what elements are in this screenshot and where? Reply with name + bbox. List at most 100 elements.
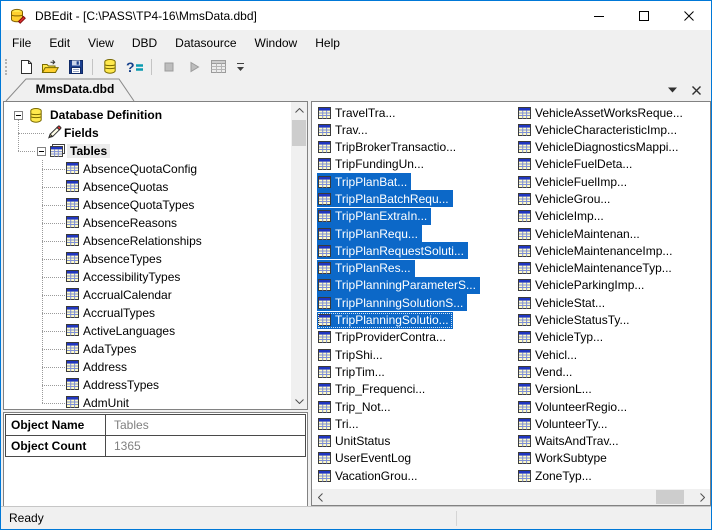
table-list-item[interactable]: TripPlanExtraIn... [317, 207, 517, 225]
tree-item-table[interactable]: AbsenceQuotas [4, 178, 290, 196]
table-list-item[interactable]: TripPlanningSolutio... [317, 311, 517, 329]
tree-item-table[interactable]: AbsenceQuotaTypes [4, 196, 290, 214]
scrollbar-thumb[interactable] [292, 120, 306, 146]
table-list-item[interactable]: TripBrokerTransactio... [317, 139, 517, 156]
table-list-item[interactable]: UserEventLog [317, 450, 517, 467]
table-list-item[interactable]: TripTim... [317, 363, 517, 380]
toolbar-grip[interactable] [5, 58, 9, 75]
close-icon [691, 85, 701, 95]
table-list-item[interactable]: Trip_Frequenci... [317, 381, 517, 398]
table-list-item[interactable]: TravelTra... [317, 104, 517, 121]
table-list-item[interactable]: Vehicl... [517, 346, 694, 363]
tree-item-label: ActiveLanguages [83, 324, 176, 338]
table-icon [66, 324, 79, 336]
table-list-item[interactable]: Trip_Not... [317, 398, 517, 415]
table-list-item[interactable]: WaitsAndTrav... [517, 433, 694, 450]
title-bar[interactable]: DBEdit - [C:\PASS\TP4-16\MmsData.dbd] [1, 1, 711, 30]
table-list-item[interactable]: VehicleStat... [517, 294, 694, 311]
table-list-item[interactable]: VehicleCharacteristicImp... [517, 121, 694, 138]
table-list-item[interactable]: VehicleGrou... [517, 190, 694, 207]
table-list-item[interactable]: VehicleDiagnosticsMappi... [517, 139, 694, 156]
close-document-button[interactable] [689, 83, 703, 97]
table-list-item[interactable]: TripPlanBat... [317, 173, 517, 191]
table-list-item[interactable]: TripProviderContra... [317, 329, 517, 346]
tree-item-table[interactable]: AbsenceReasons [4, 214, 290, 232]
save-file-button[interactable] [63, 56, 88, 77]
table-list-item[interactable]: VehicleMaintenan... [517, 225, 694, 242]
menu-edit[interactable]: Edit [40, 32, 79, 54]
table-list-item[interactable]: WorkSubtype [517, 450, 694, 467]
table-list-item[interactable]: VehicleImp... [517, 208, 694, 225]
tree-item-table[interactable]: AdaTypes [4, 340, 290, 358]
tree-item-table[interactable]: ActiveLanguages [4, 322, 290, 340]
scroll-down-button[interactable] [291, 393, 307, 409]
scroll-up-button[interactable] [291, 102, 307, 118]
table-list-item[interactable]: Vend... [517, 363, 694, 380]
tree-node-database-definition[interactable]: Database Definition [4, 106, 290, 124]
table-list-item[interactable]: VacationGrou... [317, 467, 517, 484]
menu-datasource[interactable]: Datasource [166, 32, 245, 54]
menu-dbd[interactable]: DBD [123, 32, 166, 54]
table-list-item[interactable]: TripPlanRequestSoluti... [317, 242, 517, 260]
tree-item-table[interactable]: AbsenceQuotaConfig [4, 160, 290, 178]
table-list-item[interactable]: TripPlanBatchRequ... [317, 190, 517, 208]
scroll-right-button[interactable] [694, 489, 710, 505]
table-list-item[interactable]: VehicleStatusTy... [517, 312, 694, 329]
menu-help[interactable]: Help [306, 32, 349, 54]
menu-view[interactable]: View [79, 32, 123, 54]
menu-file[interactable]: File [3, 32, 40, 54]
table-list-item[interactable]: VersionL... [517, 381, 694, 398]
table-list-item[interactable]: TripPlanRes... [317, 259, 517, 277]
table-list-item[interactable]: VehicleTyp... [517, 329, 694, 346]
tree-item-table[interactable]: AdmUnit [4, 394, 290, 409]
table-list-item[interactable]: Tri... [317, 415, 517, 432]
tree-node-tables[interactable]: Tables [4, 142, 290, 160]
tree-vertical-scrollbar[interactable] [291, 102, 307, 409]
table-list-item[interactable]: TripPlanningSolutionS... [317, 294, 517, 312]
table-list-item[interactable]: TripPlanRequ... [317, 225, 517, 243]
toolbar-separator [151, 58, 152, 75]
table-list-item[interactable]: VehicleFuelDeta... [517, 156, 694, 173]
scrollbar-thumb[interactable] [656, 490, 684, 504]
tree-item-table[interactable]: Address [4, 358, 290, 376]
table-list-item[interactable]: VehicleMaintenanceTyp... [517, 260, 694, 277]
table-list-item[interactable]: VolunteerTy... [517, 415, 694, 432]
table-list-item[interactable]: ZoneTyp... [517, 467, 694, 484]
tab-list-dropdown-button[interactable] [665, 83, 679, 97]
tree-node-fields[interactable]: Fields [4, 124, 290, 142]
toolbar-overflow-button[interactable] [233, 56, 247, 77]
collapse-expander-icon[interactable] [14, 111, 23, 120]
close-button[interactable] [666, 1, 711, 30]
list-item-label: VehicleDiagnosticsMappi... [535, 140, 679, 155]
help-properties-button[interactable]: ? [122, 56, 147, 77]
collapse-expander-icon[interactable] [37, 147, 46, 156]
list-item-label: VersionL... [535, 382, 592, 397]
table-list-item[interactable]: VehicleParkingImp... [517, 277, 694, 294]
tree-item-table[interactable]: AddressTypes [4, 376, 290, 394]
tree-item-table[interactable]: AccessibilityTypes [4, 268, 290, 286]
list-horizontal-scrollbar[interactable] [312, 489, 710, 505]
tree-item-table[interactable]: AccrualCalendar [4, 286, 290, 304]
table-list-item[interactable]: VehicleFuelImp... [517, 173, 694, 190]
tab-mmsdata[interactable]: MmsData.dbd [5, 78, 145, 101]
new-file-button[interactable] [13, 56, 38, 77]
tree-item-table[interactable]: AccrualTypes [4, 304, 290, 322]
table-list-item[interactable]: TripPlanningParameterS... [317, 276, 517, 294]
tree-item-label: AccrualTypes [83, 306, 156, 320]
tree-item-table[interactable]: AbsenceRelationships [4, 232, 290, 250]
table-list-item[interactable]: Trav... [317, 121, 517, 138]
menu-window[interactable]: Window [246, 32, 307, 54]
table-list-item[interactable]: TripShi... [317, 346, 517, 363]
table-list-item[interactable]: TripFundingUn... [317, 156, 517, 173]
minimize-icon [593, 11, 604, 21]
tree-item-table[interactable]: AbsenceTypes [4, 250, 290, 268]
table-list-item[interactable]: VehicleMaintenanceImp... [517, 242, 694, 259]
table-list-item[interactable]: UnitStatus [317, 433, 517, 450]
scroll-left-button[interactable] [312, 489, 328, 505]
table-list-item[interactable]: VehicleAssetWorksReque... [517, 104, 694, 121]
database-button[interactable] [97, 56, 122, 77]
minimize-button[interactable] [576, 1, 621, 30]
open-file-button[interactable] [38, 56, 63, 77]
table-list-item[interactable]: VolunteerRegio... [517, 398, 694, 415]
maximize-button[interactable] [621, 1, 666, 30]
